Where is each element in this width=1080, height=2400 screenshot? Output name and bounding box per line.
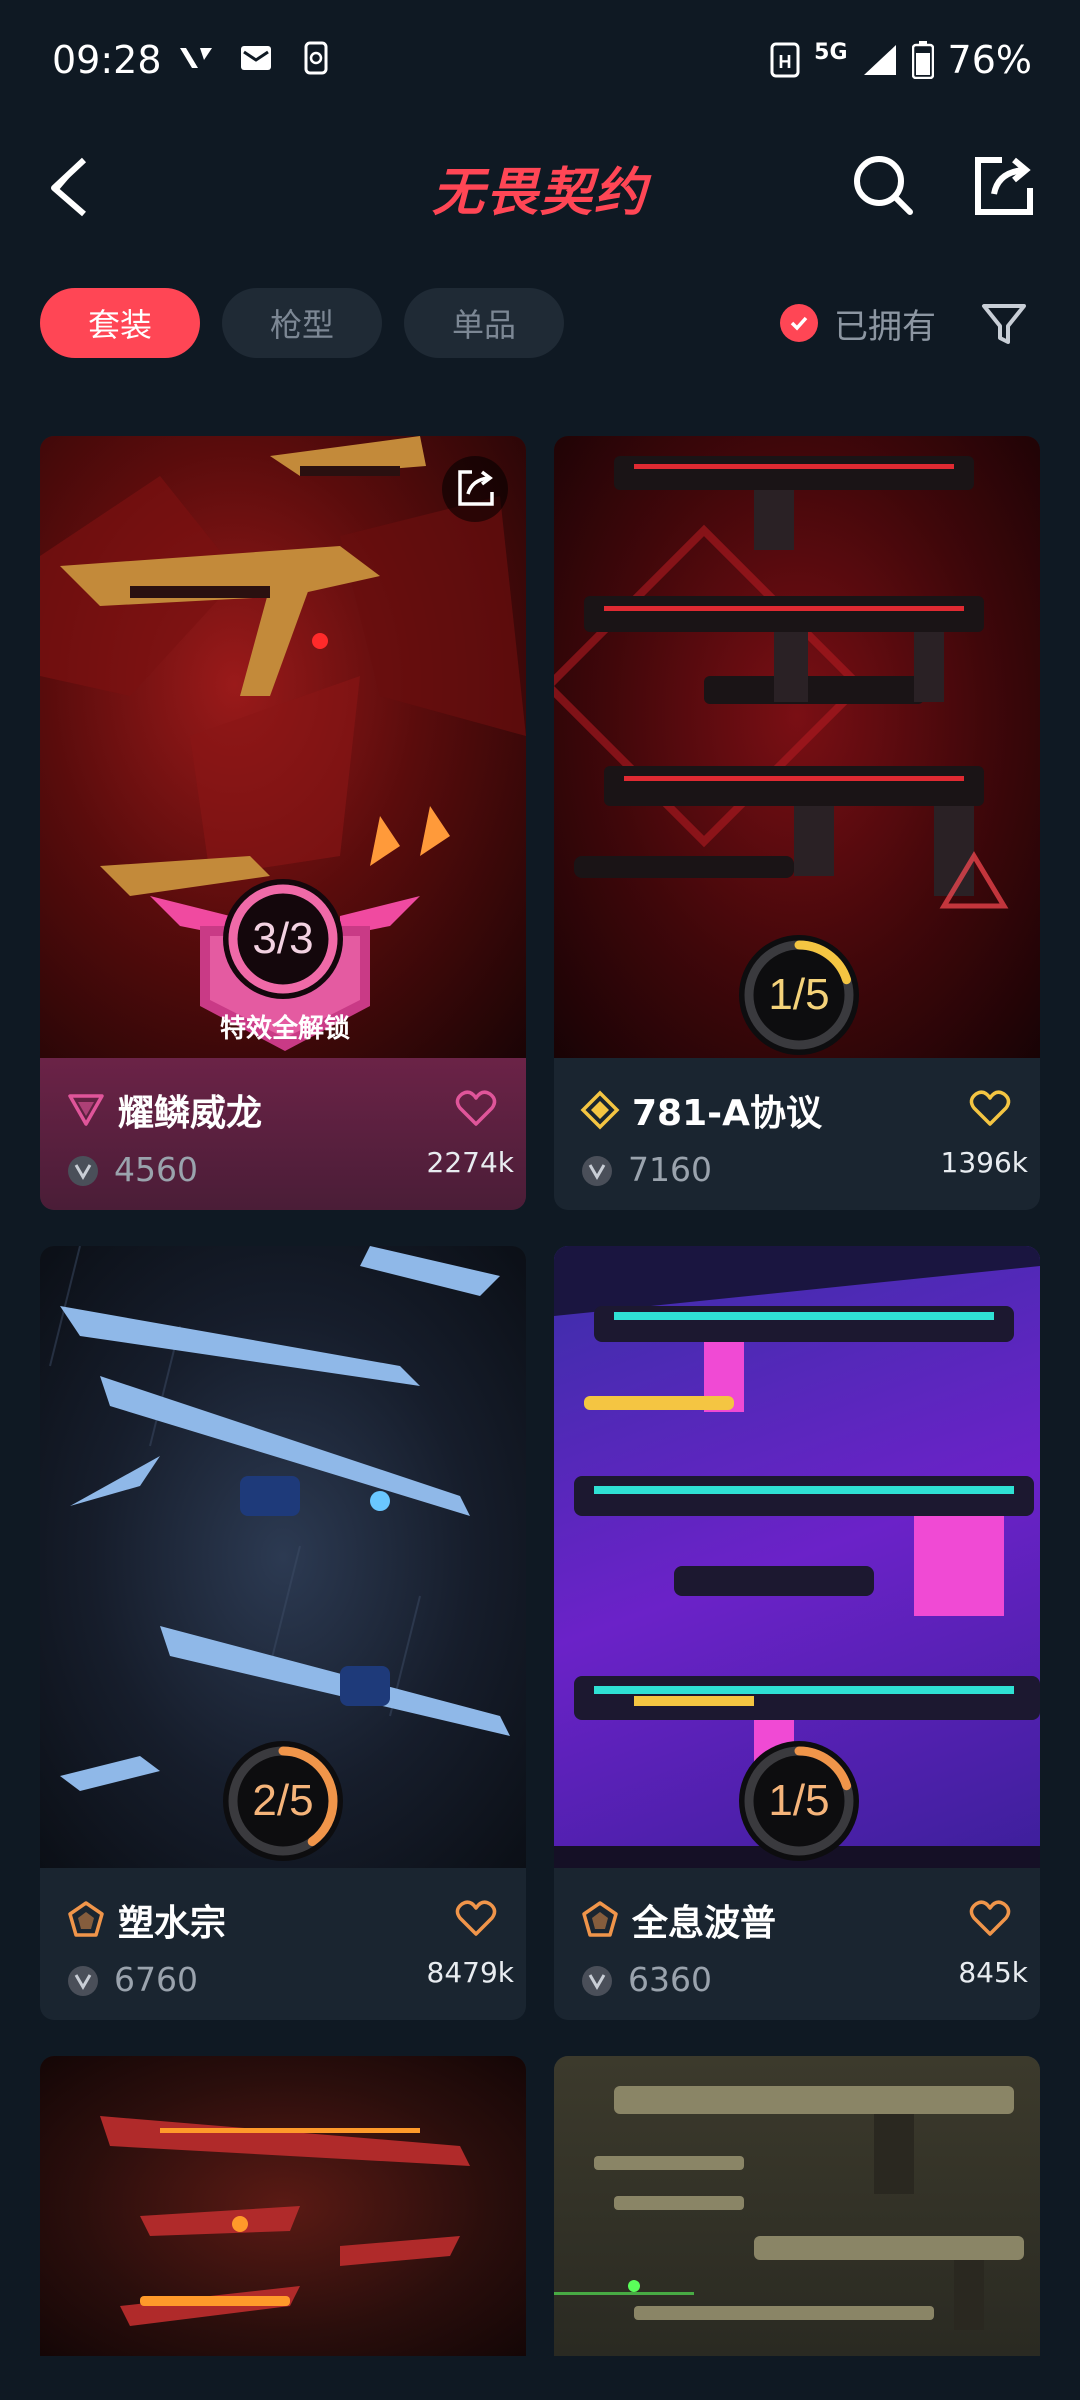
bundle-likes: 8479k — [426, 1956, 514, 1989]
deluxe-tier-icon — [68, 1901, 104, 1937]
deluxe-tier-icon — [582, 1901, 618, 1937]
heart-icon[interactable] — [968, 1086, 1012, 1130]
valorant-points-icon — [68, 1156, 98, 1186]
valorant-points-icon — [68, 1966, 98, 1996]
bundle-likes: 1396k — [940, 1146, 1028, 1179]
share-icon[interactable] — [442, 456, 508, 522]
status-right: H 5G 76% — [770, 38, 1032, 82]
progress-text: 2/5 — [252, 1776, 314, 1825]
bundle-price: 6760 — [114, 1960, 198, 1999]
bundle-image: 1/5 — [554, 436, 1040, 1058]
bundle-name: 耀鳞威龙 — [118, 1093, 263, 1134]
bundle-image — [40, 2056, 526, 2356]
bundle-image: 2/5 — [40, 1246, 526, 1868]
battery-percent: 76% — [947, 38, 1032, 82]
tab-weapon-types[interactable]: 枪型 — [222, 288, 382, 358]
heart-icon[interactable] — [454, 1896, 498, 1940]
hd-icon: H — [770, 42, 800, 78]
bundle-name: 全息波普 — [632, 1903, 777, 1944]
check-icon — [780, 304, 818, 342]
bundle-card[interactable] — [554, 2056, 1040, 2356]
valorant-points-icon — [582, 1966, 612, 1996]
bundle-image: 1/5 — [554, 1246, 1040, 1868]
bundle-info: 耀鳞威龙 4560 2274k — [40, 1058, 526, 1210]
bundle-card[interactable]: 3/3 特效全解锁 耀鳞威龙 4560 2274k — [40, 436, 526, 1210]
valorant-notification-icon — [180, 48, 212, 68]
app-title: 无畏契约 — [431, 163, 648, 223]
bundle-image: 3/3 特效全解锁 — [40, 436, 526, 1058]
app-header: 无畏契约 — [0, 120, 1080, 250]
owned-label: 已拥有 — [834, 306, 936, 347]
filter-icon[interactable] — [978, 298, 1030, 350]
progress-text: 3/3 — [252, 914, 314, 963]
mail-notification-icon — [241, 46, 271, 70]
valorant-points-icon — [582, 1156, 612, 1186]
bundle-price: 4560 — [114, 1150, 198, 1189]
bundle-info: 781-A协议 7160 1396k — [554, 1058, 1040, 1210]
phone-notification-icon — [304, 41, 328, 75]
bundle-info: 塑水宗 6760 8479k — [40, 1868, 526, 2020]
heart-icon[interactable] — [454, 1086, 498, 1130]
bundle-info: 全息波普 6360 845k — [554, 1868, 1040, 2020]
bundle-card[interactable]: 1/5 全息波普 6360 845k — [554, 1246, 1040, 2020]
status-bar: 09:28 H 5G 76% — [0, 0, 1080, 120]
battery-icon — [911, 41, 934, 79]
bundle-card[interactable]: 2/5 塑水宗 6760 8479k — [40, 1246, 526, 2020]
bottom-gap — [0, 2356, 1080, 2400]
search-icon[interactable] — [848, 150, 918, 220]
filter-row: 套装 枪型 单品 已拥有 — [0, 288, 1080, 360]
tab-single-items[interactable]: 单品 — [404, 288, 564, 358]
bundle-card[interactable]: 1/5 781-A协议 7160 1396k — [554, 436, 1040, 1210]
bundle-price: 6360 — [628, 1960, 712, 1999]
signal-icon — [863, 45, 896, 75]
bundle-name: 塑水宗 — [118, 1903, 227, 1944]
status-time: 09:28 — [52, 38, 162, 82]
bundle-name: 781-A协议 — [632, 1093, 822, 1134]
bundle-image — [554, 2056, 1040, 2356]
bundle-likes: 845k — [958, 1956, 1028, 1989]
progress-text: 1/5 — [768, 970, 830, 1019]
network-type: 5G — [814, 39, 848, 65]
tab-bundles[interactable]: 套装 — [40, 288, 200, 358]
bundle-card[interactable] — [40, 2056, 526, 2356]
share-icon[interactable] — [968, 150, 1038, 220]
owned-toggle[interactable]: 已拥有 — [780, 288, 936, 358]
unlock-badge-label: 特效全解锁 — [219, 1014, 350, 1044]
bundle-likes: 2274k — [426, 1146, 514, 1179]
heart-icon[interactable] — [968, 1896, 1012, 1940]
bundle-price: 7160 — [628, 1150, 712, 1189]
exclusive-tier-icon — [68, 1094, 104, 1126]
premium-tier-icon — [580, 1090, 620, 1130]
svg-text:H: H — [779, 52, 792, 72]
progress-text: 1/5 — [768, 1776, 830, 1825]
